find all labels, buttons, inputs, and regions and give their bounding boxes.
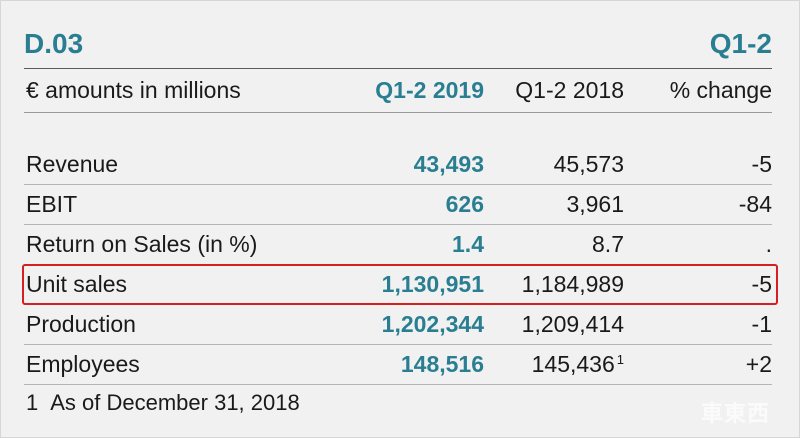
row-value-2019: 43,493 [413, 151, 484, 177]
row-value-2018: 45,573 [553, 151, 624, 177]
watermark-logo: 車東西 [700, 401, 770, 426]
row-value-2019: 626 [445, 191, 484, 217]
row-label: Return on Sales (in %) [26, 231, 258, 257]
table-id: D.03 [24, 28, 84, 59]
row-change: -5 [751, 151, 772, 177]
row-label: Production [26, 311, 136, 337]
header-2018: Q1-2 2018 [515, 77, 624, 103]
row-change: -1 [751, 311, 772, 337]
row-value-2018: 1,209,414 [521, 311, 624, 337]
footnote: 1 As of December 31, 2018 [26, 390, 300, 416]
footnote-text: As of December 31, 2018 [50, 390, 300, 415]
row-label: Employees [26, 351, 140, 377]
row-value-2019: 1.4 [452, 231, 484, 257]
row-change: . [765, 231, 772, 257]
row-value-2018: 145,436 1 [532, 344, 624, 384]
footnote-marker: 1 [616, 352, 624, 367]
row-change: +2 [745, 351, 772, 377]
row-value-2018: 3,961 [566, 191, 624, 217]
row-value-2018: 8.7 [592, 231, 624, 257]
table-title-bar: D.03 Q1-2 [24, 22, 772, 69]
row-value-2018-text: 145,436 [531, 351, 615, 377]
header-change: % change [669, 77, 772, 103]
table-row: EBIT 626 3,961 -84 [24, 184, 772, 225]
table-period: Q1-2 [709, 28, 772, 59]
row-label: EBIT [26, 191, 78, 217]
row-change: -84 [738, 191, 772, 217]
table-row: Employees 148,516 145,436 1 +2 [24, 344, 772, 385]
row-value-2019: 1,202,344 [381, 311, 484, 337]
header-label: € amounts in millions [26, 77, 241, 103]
table-row: Production 1,202,344 1,209,414 -1 [24, 304, 772, 345]
table-row: Return on Sales (in %) 1.4 8.7 . [24, 224, 772, 265]
header-2019: Q1-2 2019 [375, 77, 484, 103]
highlight-box-unit-sales [22, 264, 778, 305]
row-value-2019: 148,516 [400, 351, 484, 377]
table-row: Revenue 43,493 45,573 -5 [24, 144, 772, 185]
row-label: Revenue [26, 151, 119, 177]
table-header-row: € amounts in millions Q1-2 2019 Q1-2 201… [24, 68, 772, 113]
footnote-number: 1 [26, 390, 39, 415]
